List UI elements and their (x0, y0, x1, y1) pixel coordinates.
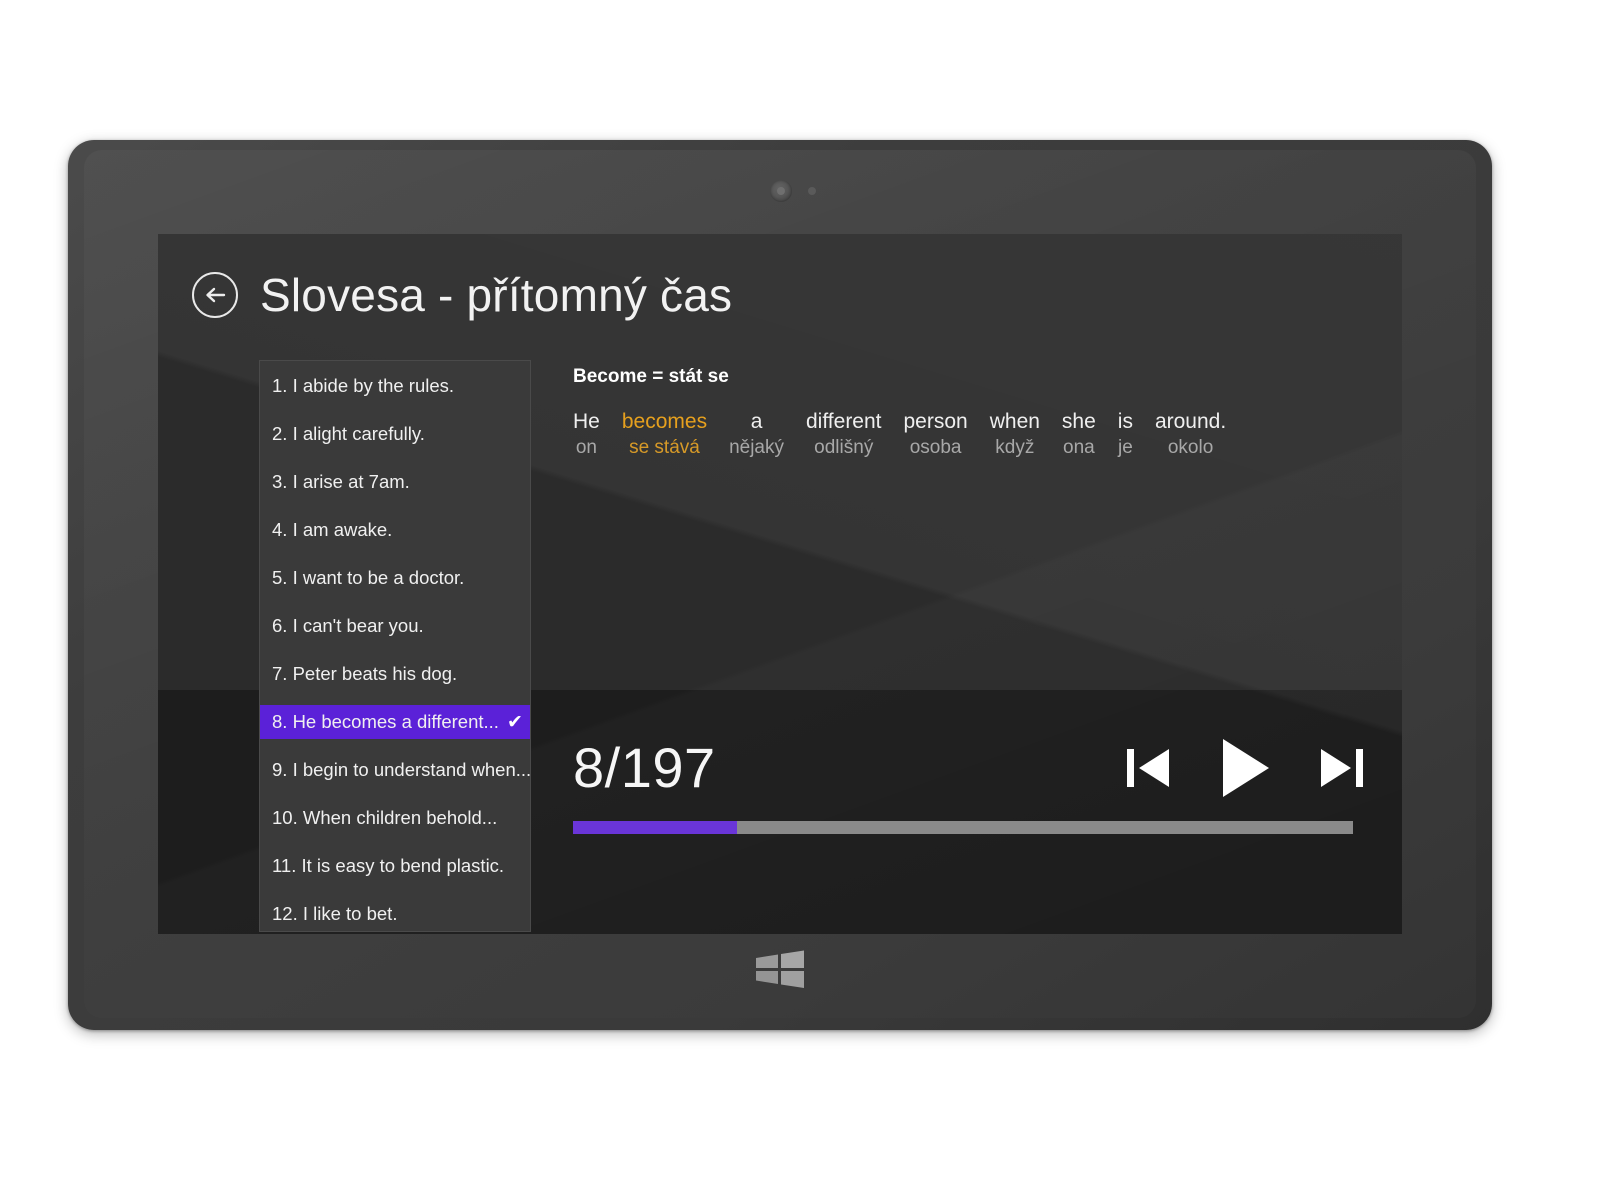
word-czech: nějaký (729, 437, 784, 459)
check-icon: ✔ (506, 711, 523, 733)
play-icon (1223, 739, 1269, 797)
sentence-list-item[interactable]: 2. I alight carefully. (260, 417, 530, 451)
sentence-list: 1. I abide by the rules. 2. I alight care… (260, 361, 530, 931)
word-pair[interactable]: person osoba (904, 410, 968, 460)
sentence-list-item-label: 2. I alight carefully. (272, 423, 425, 444)
skip-previous-icon (1127, 749, 1169, 787)
sentence-list-item[interactable]: 11. It is easy to bend plastic. (260, 849, 530, 883)
play-button[interactable] (1215, 735, 1275, 801)
sentence-list-item-label: 8. He becomes a different... (272, 711, 499, 732)
word-pair[interactable]: different odlišný (806, 410, 882, 460)
sentence-list-item[interactable]: 7. Peter beats his dog. (260, 657, 530, 691)
back-arrow-icon (206, 287, 226, 303)
word-pair[interactable]: He on (573, 410, 600, 460)
word-pair[interactable]: around. okolo (1155, 410, 1226, 460)
word-pair[interactable]: she ona (1062, 410, 1096, 460)
sentence-list-item-label: 6. I can't bear you. (272, 615, 424, 636)
sentence-list-item[interactable]: 6. I can't bear you. (260, 609, 530, 643)
player-row: 8/197 (573, 729, 1373, 807)
light-sensor-icon (808, 187, 816, 195)
word-czech: odlišný (814, 437, 874, 459)
word-czech: on (575, 437, 597, 459)
word-english: around. (1154, 410, 1227, 433)
sentence-list-item-label: 1. I abide by the rules. (272, 375, 455, 396)
sentence-list-item[interactable]: 8. He becomes a different... ✔ (260, 705, 530, 739)
word-pair[interactable]: a nějaký (729, 410, 784, 460)
word-pair[interactable]: becomes se stává (622, 410, 707, 460)
camera-icon (770, 180, 792, 202)
skip-next-icon (1321, 749, 1363, 787)
word-english: person (903, 410, 968, 433)
progress-bar-fill (573, 821, 737, 834)
sentence-list-item-label: 9. I begin to understand when... (272, 759, 530, 780)
verb-heading: Become = stát se (573, 366, 729, 387)
sentence-list-item-label: 7. Peter beats his dog. (272, 663, 458, 684)
word-english: He (573, 410, 600, 433)
next-button[interactable] (1315, 740, 1367, 796)
word-by-word-row: He on becomes se stává a nějaký different odliš… (573, 410, 1226, 460)
word-english: she (1061, 410, 1096, 433)
sentence-list-item[interactable]: 3. I arise at 7am. (260, 465, 530, 499)
camera-lens-inner (777, 187, 785, 195)
word-czech: je (1117, 437, 1133, 459)
sentence-list-item-label: 12. I like to bet. (272, 903, 398, 924)
sentence-list-item-label: 5. I want to be a doctor. (272, 567, 465, 588)
transport-controls (1123, 735, 1373, 801)
sentence-list-item-label: 3. I arise at 7am. (272, 471, 410, 492)
sentence-list-panel[interactable]: 1. I abide by the rules. 2. I alight care… (259, 360, 531, 932)
sentence-list-item[interactable]: 9. I begin to understand when... (260, 753, 530, 787)
word-english: when (989, 410, 1040, 433)
word-czech: osoba (909, 437, 962, 459)
previous-button[interactable] (1123, 740, 1175, 796)
word-english: a (750, 410, 763, 433)
app-screen: Slovesa - přítomný čas 1. I abide by the… (158, 234, 1402, 934)
progress-bar[interactable] (573, 821, 1353, 834)
sentence-list-item-label: 4. I am awake. (272, 519, 393, 540)
word-english: becomes (621, 410, 708, 433)
word-czech: ona (1063, 437, 1095, 459)
word-pair[interactable]: is je (1118, 410, 1133, 460)
word-czech: když (995, 437, 1035, 459)
translation-block: Become = stát se He on becomes se stává a něj… (573, 366, 1226, 460)
sentence-list-item[interactable]: 4. I am awake. (260, 513, 530, 547)
app-header: Slovesa - přítomný čas (192, 272, 732, 318)
windows-logo-icon (756, 950, 804, 988)
word-czech: okolo (1167, 437, 1214, 459)
sentence-list-item[interactable]: 12. I like to bet. (260, 897, 530, 931)
page-title: Slovesa - přítomný čas (260, 269, 733, 321)
windows-home-button[interactable] (752, 949, 808, 989)
word-pair[interactable]: when když (990, 410, 1040, 460)
back-button[interactable] (192, 272, 238, 318)
sentence-list-item-label: 10. When children behold... (272, 807, 498, 828)
sentence-list-item-label: 11. It is easy to bend plastic. (272, 855, 505, 876)
sentence-list-item[interactable]: 5. I want to be a doctor. (260, 561, 530, 595)
word-czech: se stává (629, 437, 700, 459)
word-english: is (1117, 410, 1133, 433)
word-english: different (806, 410, 882, 433)
sentence-list-item[interactable]: 1. I abide by the rules. (260, 369, 530, 403)
player-controls: 8/197 (573, 729, 1373, 834)
sentence-list-item[interactable]: 10. When children behold... (260, 801, 530, 835)
sentence-counter: 8/197 (573, 736, 716, 799)
screenshot-root: Slovesa - přítomný čas 1. I abide by the… (0, 0, 1600, 1200)
